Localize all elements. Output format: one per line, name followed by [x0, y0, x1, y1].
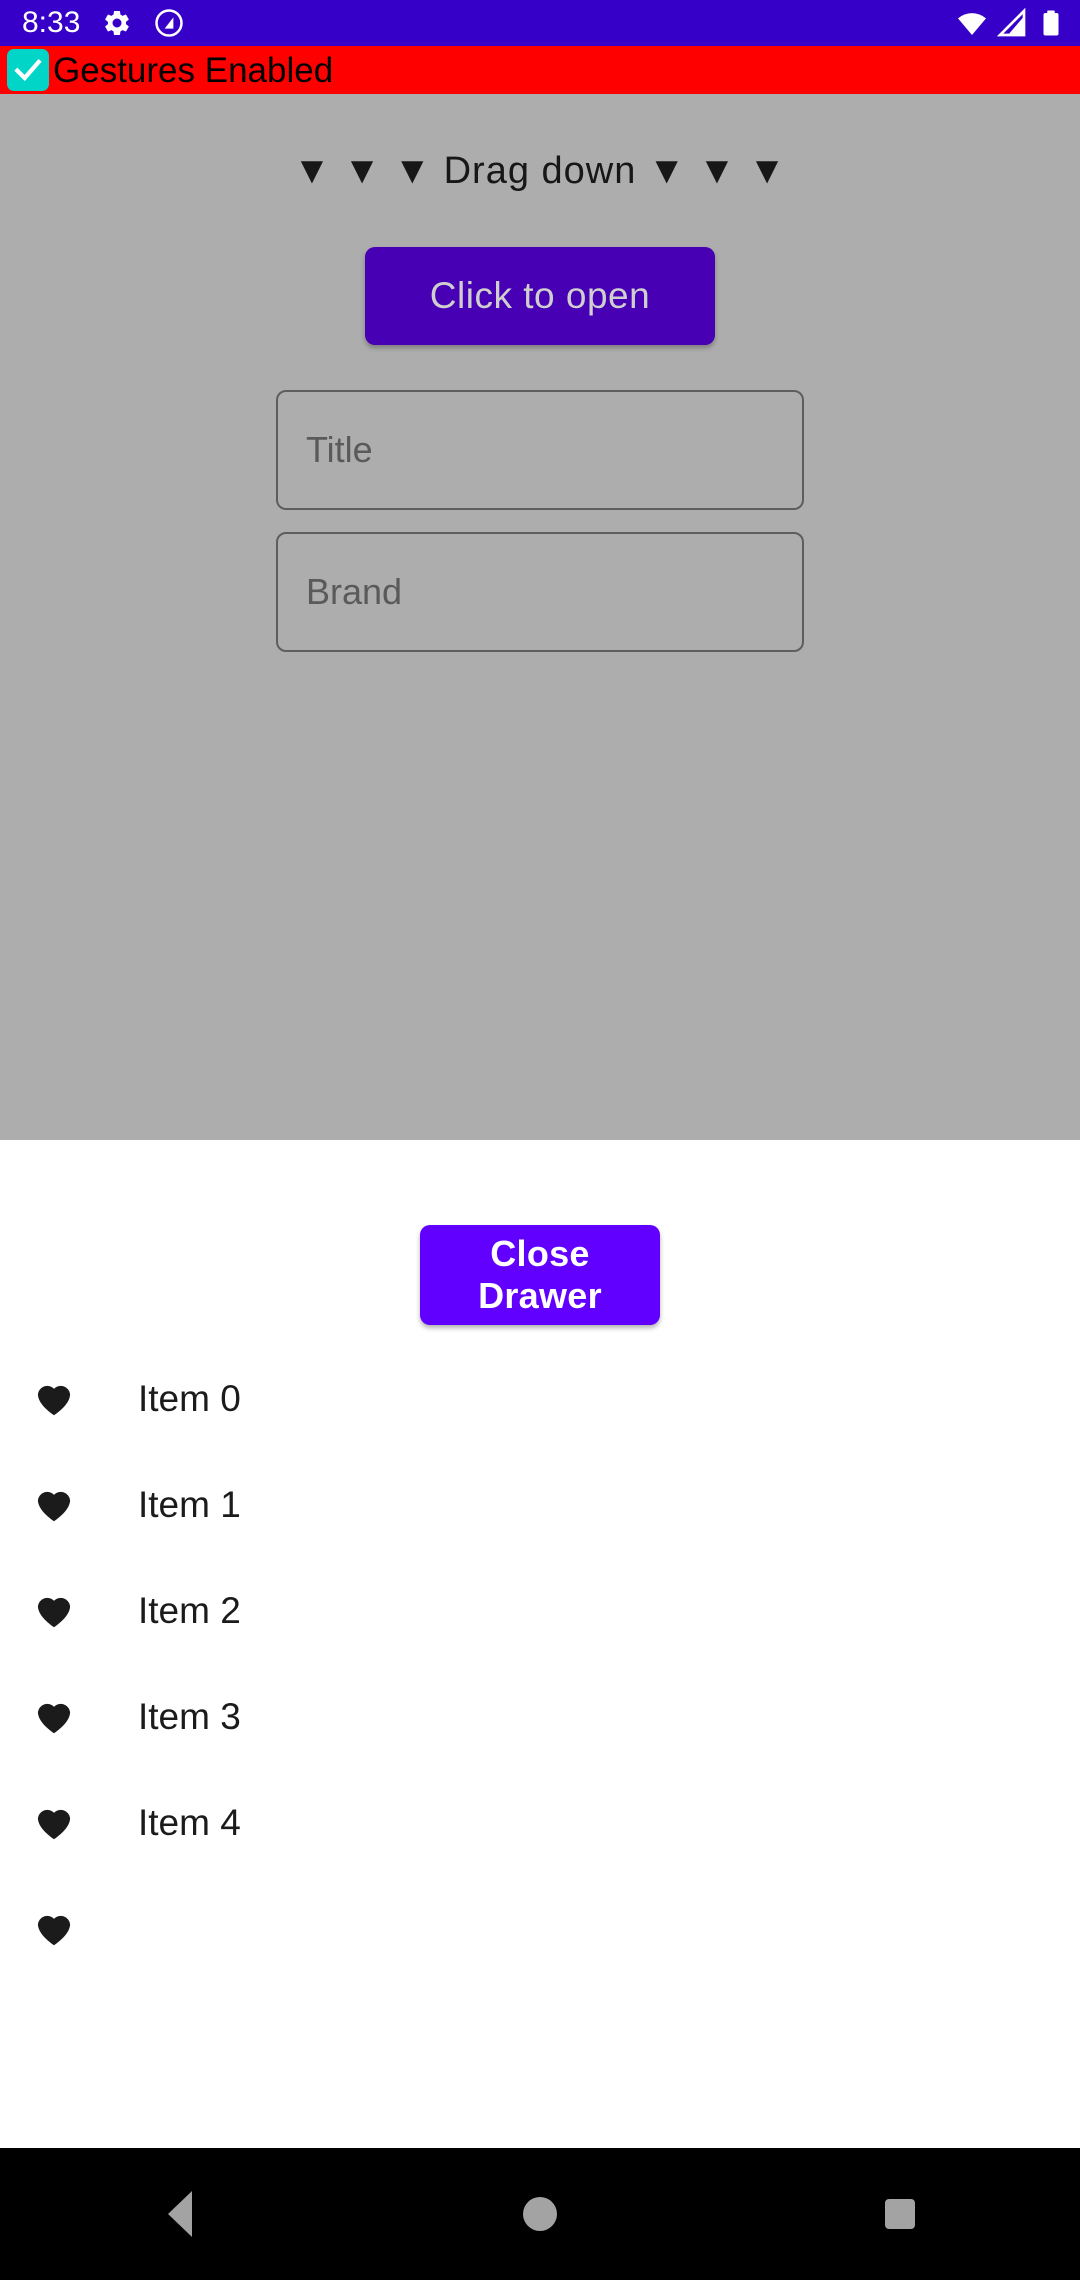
drag-down-hint: ▼ ▼ ▼ Drag down ▼ ▼ ▼	[293, 150, 787, 192]
battery-icon	[1036, 7, 1066, 39]
back-triangle-icon	[168, 2191, 192, 2237]
status-bar-right	[956, 7, 1066, 39]
recents-square-icon	[885, 2199, 915, 2229]
bottom-drawer: Close Drawer Item 0 Item 1 Item 2 Item 3…	[0, 1140, 1080, 2148]
heart-icon	[22, 1799, 86, 1845]
close-drawer-button[interactable]: Close Drawer	[420, 1225, 660, 1325]
status-bar-left: 8:33	[22, 8, 184, 38]
drawer-scrim-overlay[interactable]: ▼ ▼ ▼ Drag down ▼ ▼ ▼ Click to open Titl…	[0, 94, 1080, 1140]
list-item-label: Item 0	[138, 1377, 241, 1419]
nav-recents-button[interactable]	[820, 2148, 980, 2280]
drawer-item-list: Item 0 Item 1 Item 2 Item 3 Item 4	[0, 1345, 1080, 1981]
list-item[interactable]: Item 4	[0, 1769, 1080, 1875]
nav-back-button[interactable]	[100, 2148, 260, 2280]
list-item-label: Item 4	[138, 1801, 241, 1843]
heart-icon	[22, 1481, 86, 1527]
heart-icon	[22, 1587, 86, 1633]
play-protect-icon	[154, 8, 184, 38]
list-item[interactable]: Item 2	[0, 1557, 1080, 1663]
heart-icon	[22, 1905, 86, 1951]
list-item-label: Item 1	[138, 1483, 241, 1525]
gestures-enabled-label: Gestures Enabled	[53, 50, 334, 90]
check-icon	[14, 58, 42, 82]
list-item[interactable]	[0, 1875, 1080, 1981]
gestures-enabled-checkbox[interactable]	[7, 49, 49, 91]
home-circle-icon	[523, 2197, 557, 2231]
status-bar-clock: 8:33	[22, 6, 81, 39]
title-field-placeholder: Title	[306, 429, 373, 470]
title-field[interactable]: Title	[276, 390, 804, 510]
list-item[interactable]: Item 1	[0, 1451, 1080, 1557]
nav-home-button[interactable]	[460, 2148, 620, 2280]
heart-icon	[22, 1375, 86, 1421]
list-item-label: Item 3	[138, 1695, 241, 1737]
drawer-button-row: Close Drawer	[0, 1140, 1080, 1325]
brand-field[interactable]: Brand	[276, 532, 804, 652]
status-bar: 8:33	[0, 0, 1080, 46]
gestures-enabled-banner: Gestures Enabled	[0, 46, 1080, 94]
heart-icon	[22, 1693, 86, 1739]
android-navigation-bar	[0, 2148, 1080, 2280]
list-item[interactable]: Item 3	[0, 1663, 1080, 1769]
brand-field-placeholder: Brand	[306, 571, 403, 612]
list-item-label: Item 2	[138, 1589, 241, 1631]
list-item[interactable]: Item 0	[0, 1345, 1080, 1451]
main-content: ▼ ▼ ▼ Drag down ▼ ▼ ▼ Click to open Titl…	[0, 94, 1080, 652]
wifi-icon	[956, 7, 988, 39]
click-to-open-button[interactable]: Click to open	[365, 247, 715, 345]
cell-signal-icon	[996, 7, 1028, 39]
gear-icon	[102, 8, 132, 38]
